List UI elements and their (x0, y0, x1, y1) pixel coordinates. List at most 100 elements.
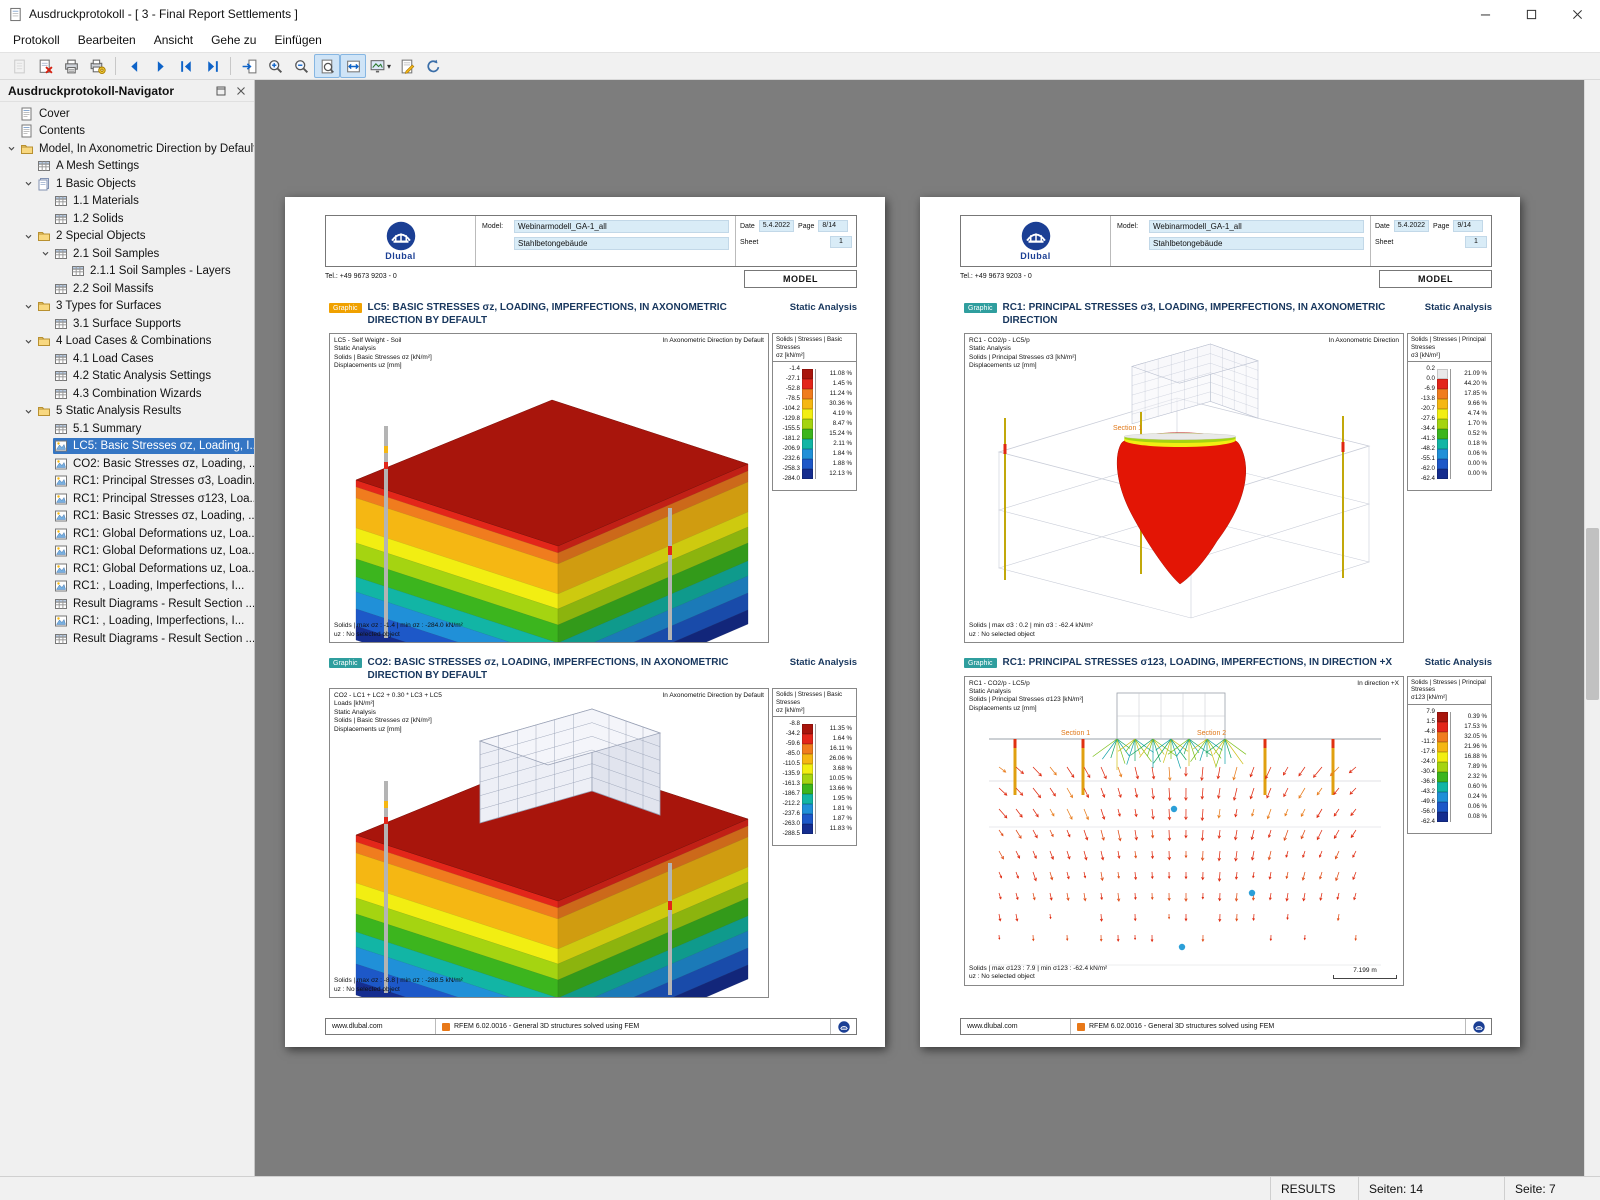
table-icon (54, 212, 69, 226)
refresh-icon[interactable] (420, 54, 446, 78)
collapse-chevron-icon[interactable] (21, 299, 36, 314)
tree-item-rc1-global-deformations-uz-loa[interactable]: RC1: Global Deformations uz, Loa... (0, 560, 254, 578)
print-icon[interactable] (58, 54, 84, 78)
legend-scale: 0.2 21.09 % 0.0 44.20 % -6.9 17.85 % -13.8 9.66… (1408, 362, 1491, 490)
report-icon (20, 107, 35, 121)
collapse-chevron-icon[interactable] (38, 246, 53, 261)
tree-item-label: LC5: Basic Stresses σz, Loading, I... (73, 440, 254, 453)
tree-item-4-2-static-analysis-settings[interactable]: 4.2 Static Analysis Settings (0, 368, 254, 386)
tree-item-result-diagrams-result-section[interactable]: Result Diagrams - Result Section ... (0, 630, 254, 648)
tree-item-result-diagrams-result-section[interactable]: Result Diagrams - Result Section ... (0, 595, 254, 613)
tree-item-rc1-loading-imperfections-i[interactable]: RC1: , Loading, Imperfections, I... (0, 613, 254, 631)
tree-item-2-1-1-soil-samples-layers[interactable]: 2.1.1 Soil Samples - Layers (0, 263, 254, 281)
collapse-chevron-icon[interactable] (21, 229, 36, 244)
tree-item-a-mesh-settings[interactable]: A Mesh Settings (0, 158, 254, 176)
float-panel-icon[interactable] (212, 82, 230, 100)
view-options-icon[interactable]: ▾ (366, 54, 394, 78)
tree-item-rc1-global-deformations-uz-loa[interactable]: RC1: Global Deformations uz, Loa... (0, 543, 254, 561)
fit-page-icon[interactable] (314, 54, 340, 78)
legend-value: -104.2 (782, 405, 800, 413)
legend-value: 0.0 (1426, 375, 1435, 383)
collapse-chevron-icon[interactable] (21, 176, 36, 191)
legend-percent: 13.66 % (815, 784, 853, 795)
section-title-row: Graphic LC5: BASIC STRESSES σz, LOADING, … (329, 302, 857, 327)
collapse-chevron-icon[interactable] (21, 334, 36, 349)
nav-first-icon[interactable] (173, 54, 199, 78)
document-type-label: MODEL (1379, 270, 1492, 288)
page-header: Dlubal Model: Webinarmodell_GA-1_all Stahlb… (325, 215, 857, 267)
tree-item-rc1-loading-imperfections-i[interactable]: RC1: , Loading, Imperfections, I... (0, 578, 254, 596)
tree-item-rc1-principal-stresses-123-loa[interactable]: RC1: Principal Stresses σ123, Loa... (0, 490, 254, 508)
zoom-out-icon[interactable] (288, 54, 314, 78)
legend-percent: 1.64 % (815, 734, 853, 745)
menu-item-gehe-zu[interactable]: Gehe zu (202, 30, 265, 50)
tree-item-label: RC1: Principal Stresses σ123, Loa... (73, 492, 254, 505)
tree-item-4-1-load-cases[interactable]: 4.1 Load Cases (0, 350, 254, 368)
tree-item-1-1-materials[interactable]: 1.1 Materials (0, 193, 254, 211)
tree-item-3-types-for-surfaces[interactable]: 3 Types for Surfaces (0, 298, 254, 316)
collapse-chevron-icon[interactable] (21, 404, 36, 419)
tree-item-4-3-combination-wizards[interactable]: 4.3 Combination Wizards (0, 385, 254, 403)
legend-value: -34.4 (1420, 425, 1435, 433)
fit-width-icon[interactable] (340, 54, 366, 78)
menu-item-protokoll[interactable]: Protokoll (4, 30, 69, 50)
close-button[interactable] (1554, 0, 1600, 28)
legend-color-swatch (1437, 449, 1448, 460)
legend-value: -129.8 (782, 415, 800, 423)
graphic-badge: Graphic (329, 303, 362, 313)
close-panel-icon[interactable] (232, 82, 250, 100)
scrollbar-thumb[interactable] (1586, 528, 1599, 700)
graphic-frame: CO2 - LC1 + LC2 + 0.30 * LC3 + LC5 Loads… (329, 688, 769, 998)
legend-value: -161.3 (782, 780, 800, 788)
tree-item-3-1-surface-supports[interactable]: 3.1 Surface Supports (0, 315, 254, 333)
tree-item-rc1-basic-stresses-z-loading[interactable]: RC1: Basic Stresses σz, Loading, ... (0, 508, 254, 526)
maximize-button[interactable] (1508, 0, 1554, 28)
delete-protocol-icon[interactable] (32, 54, 58, 78)
tree-item-rc1-global-deformations-uz-loa[interactable]: RC1: Global Deformations uz, Loa... (0, 525, 254, 543)
report-icon (20, 124, 35, 138)
minimize-button[interactable] (1462, 0, 1508, 28)
tree-item-cover[interactable]: Cover (0, 105, 254, 123)
legend-value: -52.8 (785, 385, 800, 393)
tree-item-2-2-soil-massifs[interactable]: 2.2 Soil Massifs (0, 280, 254, 298)
navigator-title: Ausdruckprotokoll-Navigator (8, 83, 175, 98)
tree-item-5-1-summary[interactable]: 5.1 Summary (0, 420, 254, 438)
tree-item-model-in-axonometric-direction-by-default[interactable]: Model, In Axonometric Direction by Defau… (0, 140, 254, 158)
print-options-icon[interactable] (84, 54, 110, 78)
tree-item-1-2-solids[interactable]: 1.2 Solids (0, 210, 254, 228)
menu-item-bearbeiten[interactable]: Bearbeiten (69, 30, 145, 50)
collapse-chevron-icon[interactable] (4, 141, 19, 156)
edit-header-icon[interactable] (394, 54, 420, 78)
tree-item-contents[interactable]: Contents (0, 123, 254, 141)
menu-item-ansicht[interactable]: Ansicht (145, 30, 202, 50)
legend-title: Solids | Stresses | Basic Stresses (776, 691, 843, 706)
menu-item-einf-gen[interactable]: Einfügen (265, 30, 330, 50)
tree-item-label: 5 Static Analysis Results (56, 405, 182, 418)
nav-back-icon[interactable] (121, 54, 147, 78)
legend-color-swatch (1437, 419, 1448, 430)
tree-item-1-basic-objects[interactable]: 1 Basic Objects (0, 175, 254, 193)
goto-page-icon[interactable] (236, 54, 262, 78)
table-icon (54, 422, 69, 436)
legend-color-swatch (802, 744, 813, 755)
tree-item-4-load-cases-combinations[interactable]: 4 Load Cases & Combinations (0, 333, 254, 351)
tree-item-co2-basic-stresses-z-loading[interactable]: CO2: Basic Stresses σz, Loading, ... (0, 455, 254, 473)
tree-item-label: 2.1.1 Soil Samples - Layers (90, 265, 231, 278)
section-title: RC1: PRINCIPAL STRESSES σ123, LOADING, I… (1002, 657, 1393, 668)
tree-item-2-1-soil-samples[interactable]: 2.1 Soil Samples (0, 245, 254, 263)
nav-forward-icon[interactable] (147, 54, 173, 78)
legend-percent: 2.32 % (1450, 771, 1488, 782)
legend-percent: 0.06 % (1450, 449, 1488, 460)
tree-item-2-special-objects[interactable]: 2 Special Objects (0, 228, 254, 246)
tree-item-lc5-basic-stresses-z-loading-i[interactable]: LC5: Basic Stresses σz, Loading, I... (0, 438, 254, 456)
nav-last-icon[interactable] (199, 54, 225, 78)
vertical-scrollbar[interactable] (1584, 80, 1600, 1176)
zoom-in-icon[interactable] (262, 54, 288, 78)
tree-item-5-static-analysis-results[interactable]: 5 Static Analysis Results (0, 403, 254, 421)
menu-bar: Protokoll Bearbeiten Ansicht Gehe zu Einfüge… (0, 28, 1600, 52)
tree-item-rc1-principal-stresses-3-loadin[interactable]: RC1: Principal Stresses σ3, Loadin... (0, 473, 254, 491)
result-legend: Solids | Stresses | Basic Stresses σz [kN… (772, 688, 857, 847)
